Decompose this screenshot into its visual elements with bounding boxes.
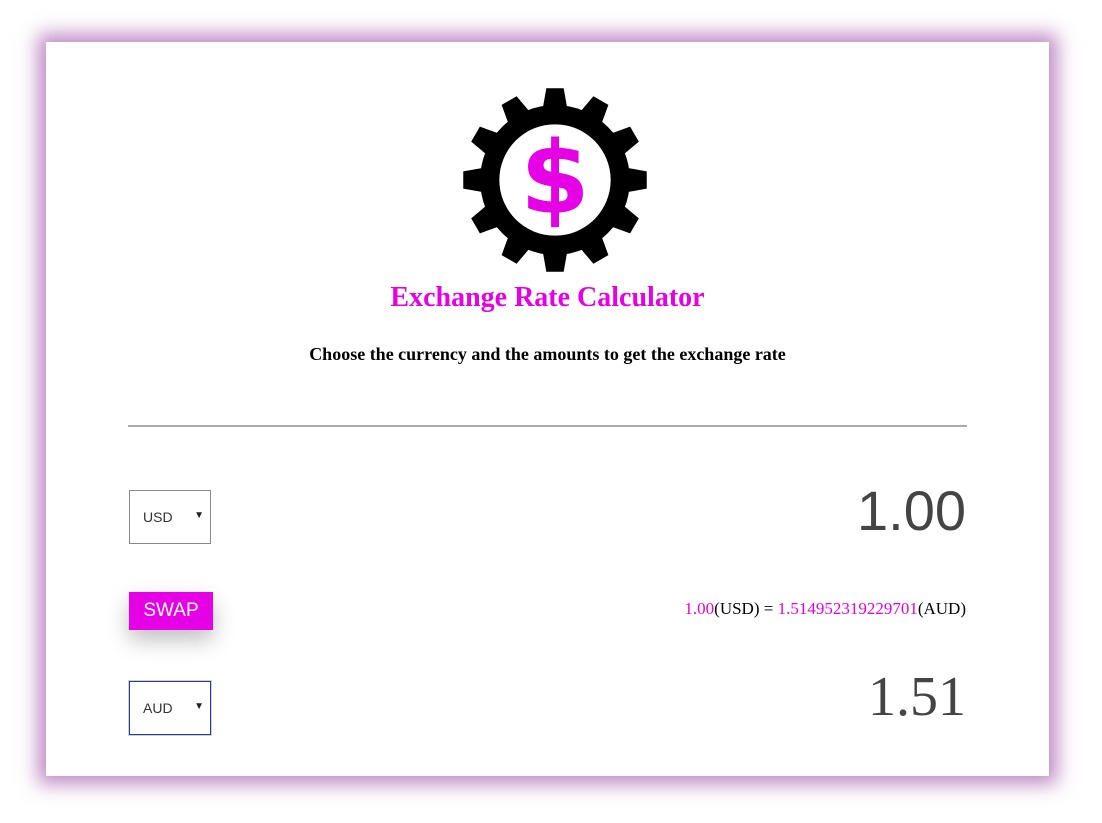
- currency-one-select[interactable]: USD ▼: [129, 490, 211, 544]
- svg-text:$: $: [520, 120, 589, 237]
- page-subtitle: Choose the currency and the amounts to g…: [309, 344, 786, 364]
- page-title: Exchange Rate Calculator: [390, 282, 705, 313]
- amount-one-input[interactable]: 1.00: [857, 478, 966, 543]
- currency-two-select[interactable]: AUD ▼: [129, 681, 211, 735]
- caret-down-icon: ▼: [194, 510, 204, 521]
- currency-two-value: AUD: [143, 700, 173, 716]
- rate-to-amount: 1.514952319229701: [777, 599, 918, 618]
- rate-text: 1.00(USD) = 1.514952319229701(AUD): [684, 599, 966, 619]
- divider: [128, 425, 967, 427]
- amount-two-input[interactable]: 1.51: [868, 665, 966, 729]
- rate-equals: =: [759, 599, 778, 618]
- gear-dollar-icon: $: [463, 88, 647, 272]
- caret-down-icon: ▼: [194, 701, 204, 712]
- currency-one-value: USD: [143, 509, 173, 525]
- rate-from-amount: 1.00: [684, 599, 715, 618]
- rate-to-code: (AUD): [917, 599, 966, 618]
- swap-button[interactable]: SWAP: [129, 592, 213, 630]
- rate-from-code: (USD): [714, 599, 760, 618]
